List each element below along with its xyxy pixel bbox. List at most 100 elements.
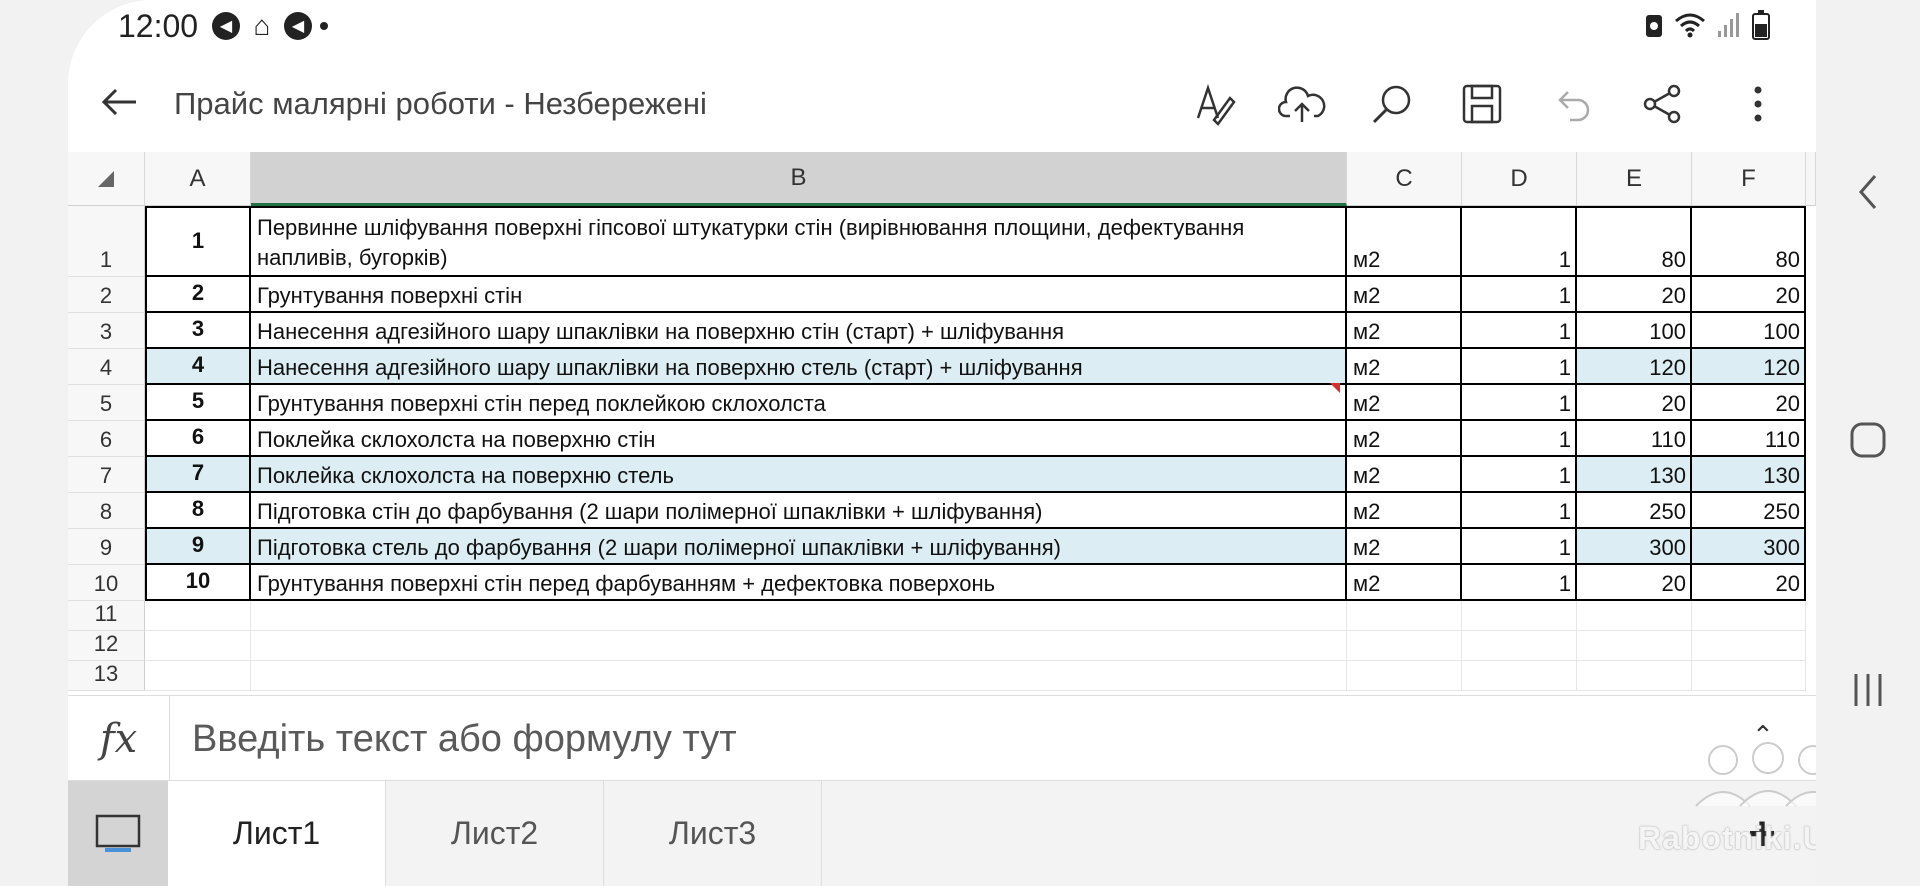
empty-cell[interactable]	[1692, 631, 1806, 661]
row-header[interactable]: 10	[68, 565, 145, 601]
cell-b9[interactable]: Підготовка стель до фарбування (2 шари п…	[251, 529, 1347, 565]
row-header[interactable]: 4	[68, 349, 145, 385]
spreadsheet-grid[interactable]: ABCDEF 1 2 3 4 5 6 7 8 9 10 11 12 13 1 Первинне шліфу…	[68, 152, 1816, 695]
sheet-tab-3[interactable]: Лист3	[604, 781, 822, 886]
empty-cell[interactable]	[1347, 601, 1462, 631]
empty-cell[interactable]	[1577, 601, 1692, 631]
more-options-button[interactable]	[1730, 76, 1786, 132]
empty-cell[interactable]	[145, 601, 251, 631]
cell-a2[interactable]: 2	[145, 277, 251, 313]
row-header[interactable]: 9	[68, 529, 145, 565]
cell-e10[interactable]: 20	[1577, 565, 1692, 601]
column-header-f[interactable]: F	[1692, 152, 1806, 206]
cell-e7[interactable]: 130	[1577, 457, 1692, 493]
cell-d1[interactable]: 1	[1462, 206, 1577, 277]
row-header[interactable]: 11	[68, 601, 145, 631]
row-header[interactable]: 7	[68, 457, 145, 493]
formula-input[interactable]	[192, 714, 1592, 764]
cell-d2[interactable]: 1	[1462, 277, 1577, 313]
cell-f4[interactable]: 120	[1692, 349, 1806, 385]
cell-b1[interactable]: Первинне шліфування поверхні гіпсової шт…	[251, 206, 1347, 277]
cell-b7[interactable]: Поклейка склохолста на поверхню стель	[251, 457, 1347, 493]
cell-a5[interactable]: 5	[145, 385, 251, 421]
cell-c9[interactable]: м2	[1347, 529, 1462, 565]
cell-f5[interactable]: 20	[1692, 385, 1806, 421]
cell-a6[interactable]: 6	[145, 421, 251, 457]
share-button[interactable]	[1634, 76, 1690, 132]
search-button[interactable]	[1364, 76, 1420, 132]
cell-e9[interactable]: 300	[1577, 529, 1692, 565]
cell-f7[interactable]: 130	[1692, 457, 1806, 493]
empty-cell[interactable]	[1692, 601, 1806, 631]
row-header[interactable]: 12	[68, 631, 145, 661]
cell-d7[interactable]: 1	[1462, 457, 1577, 493]
column-header-b[interactable]: B	[251, 152, 1347, 206]
cell-c2[interactable]: м2	[1347, 277, 1462, 313]
column-header-e[interactable]: E	[1577, 152, 1692, 206]
cell-c8[interactable]: м2	[1347, 493, 1462, 529]
cell-d8[interactable]: 1	[1462, 493, 1577, 529]
row-header[interactable]: 5	[68, 385, 145, 421]
empty-cell[interactable]	[1347, 631, 1462, 661]
cell-a1[interactable]: 1	[145, 206, 251, 277]
column-header-d[interactable]: D	[1462, 152, 1577, 206]
cell-d3[interactable]: 1	[1462, 313, 1577, 349]
cell-e3[interactable]: 100	[1577, 313, 1692, 349]
cell-e8[interactable]: 250	[1577, 493, 1692, 529]
sheet-list-toggle[interactable]	[68, 781, 168, 886]
cell-c1[interactable]: м2	[1347, 206, 1462, 277]
cell-f8[interactable]: 250	[1692, 493, 1806, 529]
row-header[interactable]: 8	[68, 493, 145, 529]
cell-c10[interactable]: м2	[1347, 565, 1462, 601]
cell-b5[interactable]: Грунтування поверхні стін перед поклейко…	[251, 385, 1347, 421]
undo-button[interactable]	[1544, 76, 1600, 132]
sheet-tab-2[interactable]: Лист2	[386, 781, 604, 886]
cell-f1[interactable]: 80	[1692, 206, 1806, 277]
row-header[interactable]: 3	[68, 313, 145, 349]
empty-cell[interactable]	[251, 631, 1347, 661]
cell-d5[interactable]: 1	[1462, 385, 1577, 421]
cell-d6[interactable]: 1	[1462, 421, 1577, 457]
cell-e1[interactable]: 80	[1577, 206, 1692, 277]
nav-recents-button[interactable]	[1816, 670, 1920, 710]
cell-d4[interactable]: 1	[1462, 349, 1577, 385]
cell-b8[interactable]: Підготовка стін до фарбування (2 шари по…	[251, 493, 1347, 529]
cell-a9[interactable]: 9	[145, 529, 251, 565]
cell-b4[interactable]: Нанесення адгезійного шару шпаклівки на …	[251, 349, 1347, 385]
empty-cell[interactable]	[1692, 661, 1806, 691]
cell-e2[interactable]: 20	[1577, 277, 1692, 313]
empty-cell[interactable]	[1347, 661, 1462, 691]
cell-b2[interactable]: Грунтування поверхні стін	[251, 277, 1347, 313]
cell-e6[interactable]: 110	[1577, 421, 1692, 457]
nav-home-button[interactable]	[1816, 420, 1920, 460]
cell-c6[interactable]: м2	[1347, 421, 1462, 457]
empty-cell[interactable]	[1577, 661, 1692, 691]
back-arrow-icon[interactable]	[96, 78, 144, 126]
cell-a7[interactable]: 7	[145, 457, 251, 493]
cell-f3[interactable]: 100	[1692, 313, 1806, 349]
empty-cell[interactable]	[1577, 631, 1692, 661]
empty-cell[interactable]	[145, 631, 251, 661]
cell-e5[interactable]: 20	[1577, 385, 1692, 421]
select-all-corner[interactable]	[68, 152, 145, 206]
row-header[interactable]: 6	[68, 421, 145, 457]
cell-c4[interactable]: м2	[1347, 349, 1462, 385]
comment-indicator[interactable]	[1330, 383, 1340, 393]
empty-cell[interactable]	[1462, 661, 1577, 691]
save-button[interactable]	[1454, 76, 1510, 132]
cell-d9[interactable]: 1	[1462, 529, 1577, 565]
empty-cell[interactable]	[1462, 601, 1577, 631]
cell-f6[interactable]: 110	[1692, 421, 1806, 457]
cell-c5[interactable]: м2	[1347, 385, 1462, 421]
column-header-c[interactable]: C	[1347, 152, 1462, 206]
empty-cell[interactable]	[251, 661, 1347, 691]
empty-cell[interactable]	[145, 661, 251, 691]
row-header[interactable]: 1	[68, 206, 145, 277]
cloud-upload-button[interactable]	[1274, 76, 1330, 132]
function-fx-icon[interactable]: fx	[68, 696, 170, 782]
cell-c7[interactable]: м2	[1347, 457, 1462, 493]
cell-d10[interactable]: 1	[1462, 565, 1577, 601]
cell-f10[interactable]: 20	[1692, 565, 1806, 601]
cell-b6[interactable]: Поклейка склохолста на поверхню стін	[251, 421, 1347, 457]
cell-a3[interactable]: 3	[145, 313, 251, 349]
